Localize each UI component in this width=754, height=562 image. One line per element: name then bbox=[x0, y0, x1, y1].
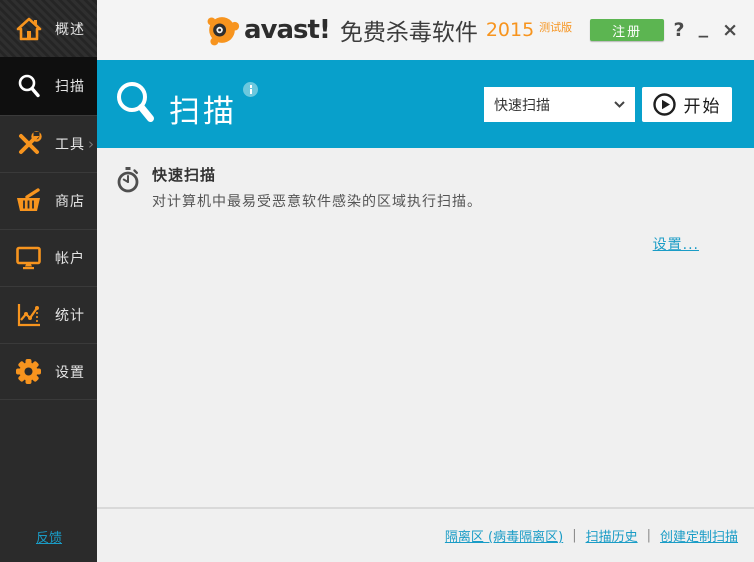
magnifier-icon bbox=[15, 73, 42, 99]
scan-banner: 扫描 快速扫描 开始 bbox=[97, 60, 754, 148]
sidebar-item-label: 概述 bbox=[55, 21, 85, 38]
page-title: 扫描 bbox=[169, 94, 237, 130]
submenu-chevron-icon: › bbox=[88, 135, 94, 153]
monitor-icon bbox=[15, 245, 42, 271]
info-icon[interactable] bbox=[243, 82, 258, 97]
footer-separator: | bbox=[646, 528, 651, 543]
brand-wordmark: avast! bbox=[244, 15, 331, 45]
sidebar-item-label: 工具 bbox=[55, 137, 85, 153]
gear-icon bbox=[15, 358, 42, 385]
sidebar-item-settings[interactable]: 设置 bbox=[0, 343, 97, 400]
magnifier-large-icon bbox=[113, 80, 161, 132]
register-button[interactable]: 注册 bbox=[590, 19, 665, 41]
tools-icon bbox=[15, 131, 42, 157]
help-button[interactable]: ? bbox=[674, 20, 685, 40]
brand-edition-badge: 测试版 bbox=[539, 21, 573, 34]
basket-icon bbox=[15, 188, 42, 214]
sidebar: 概述 扫描 工具 › 商店 帐户 统计 设置 反馈 bbox=[0, 0, 97, 562]
play-icon bbox=[652, 93, 676, 116]
scan-history-link[interactable]: 扫描历史 bbox=[586, 526, 638, 545]
sidebar-item-account[interactable]: 帐户 bbox=[0, 229, 97, 286]
home-icon bbox=[15, 16, 42, 42]
start-button-label: 开始 bbox=[683, 97, 722, 116]
sidebar-item-label: 扫描 bbox=[55, 79, 85, 95]
brand: avast! 免费杀毒软件 2015 测试版 注册 bbox=[203, 0, 665, 60]
minimize-button[interactable]: _ bbox=[699, 17, 709, 37]
main-area: avast! 免费杀毒软件 2015 测试版 注册 ? _ × 扫描 快速扫描 … bbox=[97, 0, 754, 562]
scan-type-selected-value: 快速扫描 bbox=[494, 97, 550, 114]
avast-logo-icon bbox=[203, 11, 241, 49]
scan-type-dropdown[interactable]: 快速扫描 bbox=[484, 87, 635, 122]
quick-scan-description: 对计算机中最易受恶意软件感染的区域执行扫描。 bbox=[152, 194, 482, 210]
quick-scan-title: 快速扫描 bbox=[152, 166, 217, 184]
content-area: 快速扫描 对计算机中最易受恶意软件感染的区域执行扫描。 设置... bbox=[97, 148, 754, 507]
sidebar-item-label: 统计 bbox=[55, 308, 85, 324]
sidebar-item-label: 帐户 bbox=[55, 251, 85, 267]
sidebar-item-tools[interactable]: 工具 › bbox=[0, 115, 97, 172]
quick-scan-summary: 快速扫描 对计算机中最易受恶意软件感染的区域执行扫描。 bbox=[115, 164, 482, 211]
sidebar-item-label: 商店 bbox=[55, 194, 85, 210]
sidebar-item-scan[interactable]: 扫描 bbox=[0, 57, 97, 115]
sidebar-item-stats[interactable]: 统计 bbox=[0, 286, 97, 343]
title-bar: avast! 免费杀毒软件 2015 测试版 注册 ? _ × bbox=[97, 0, 754, 60]
sidebar-item-store[interactable]: 商店 bbox=[0, 172, 97, 229]
sidebar-item-label: 设置 bbox=[55, 364, 85, 381]
window-controls: ? _ × bbox=[674, 0, 738, 60]
chevron-down-icon bbox=[614, 101, 625, 108]
sidebar-item-overview[interactable]: 概述 bbox=[0, 0, 97, 57]
stopwatch-icon bbox=[115, 166, 141, 211]
feedback-link[interactable]: 反馈 bbox=[36, 527, 62, 546]
quarantine-link[interactable]: 隔离区 (病毒隔离区) bbox=[445, 526, 563, 545]
chart-icon bbox=[15, 302, 42, 328]
footer-separator: | bbox=[572, 528, 577, 543]
scan-settings-link[interactable]: 设置... bbox=[653, 234, 699, 254]
close-button[interactable]: × bbox=[722, 20, 738, 40]
create-custom-scan-link[interactable]: 创建定制扫描 bbox=[660, 526, 738, 545]
footer-bar: 隔离区 (病毒隔离区) | 扫描历史 | 创建定制扫描 bbox=[97, 507, 754, 562]
brand-year: 2015 bbox=[485, 19, 535, 41]
start-scan-button[interactable]: 开始 bbox=[642, 87, 732, 122]
brand-product-name: 免费杀毒软件 bbox=[339, 20, 478, 46]
app-window: 概述 扫描 工具 › 商店 帐户 统计 设置 反馈 avast! 免费杀毒软件 … bbox=[0, 0, 754, 562]
